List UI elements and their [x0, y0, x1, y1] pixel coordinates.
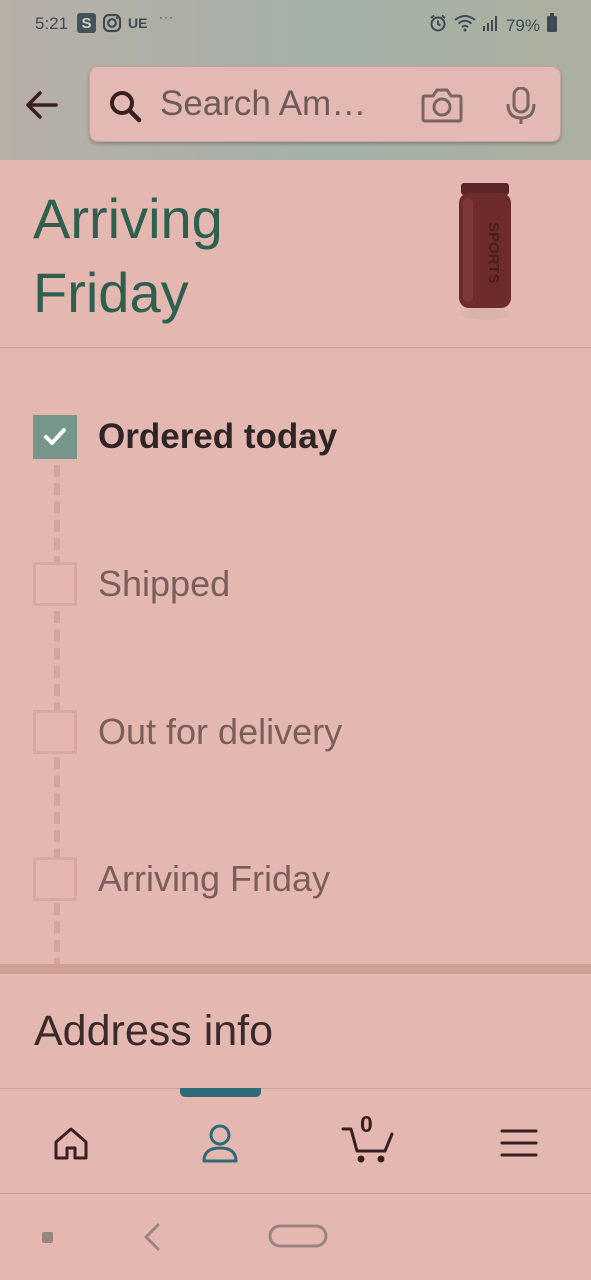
search-input[interactable] [160, 83, 388, 125]
recent-apps-button[interactable] [41, 1231, 54, 1249]
status-right: 79% [428, 13, 558, 38]
step-out-for-delivery: Out for delivery [33, 707, 342, 757]
wifi-icon [454, 14, 476, 37]
step-arriving: Arriving Friday [33, 854, 330, 904]
step-label: Ordered today [98, 417, 338, 456]
cart-count: 0 [360, 1111, 373, 1137]
bottom-navigation: 0 [0, 1088, 591, 1194]
camera-icon[interactable] [420, 86, 464, 129]
alarm-icon [428, 13, 448, 38]
signal-icon [482, 14, 500, 37]
product-thumbnail[interactable]: SPORTS [445, 180, 525, 325]
home-icon [54, 1127, 88, 1160]
step-label: Arriving Friday [98, 858, 331, 899]
step-ordered: Ordered today [33, 412, 337, 462]
more-notifications-icon: ··· [159, 10, 174, 24]
battery-percent: 79% [505, 15, 540, 35]
person-icon [202, 1124, 238, 1163]
system-home-button[interactable] [268, 1223, 328, 1254]
hamburger-menu-icon [500, 1129, 538, 1157]
order-header: Arriving Friday SPORTS [0, 160, 591, 348]
step-label: Shipped [98, 563, 231, 604]
product-brand-text: SPORTS [485, 222, 502, 284]
active-tab-indicator [180, 1088, 261, 1097]
top-bar: 5:21 S UE ··· 79% [0, 0, 591, 160]
chevron-left-icon [144, 1223, 160, 1251]
sports-bottle-image: SPORTS [459, 183, 511, 320]
recents-icon [42, 1232, 53, 1243]
step-checkbox [33, 710, 77, 754]
microphone-icon[interactable] [504, 86, 538, 130]
battery-icon [546, 13, 558, 38]
notification-app-ue-icon: UE [128, 15, 148, 31]
checkmark-icon [44, 428, 66, 445]
status-bar: 5:21 S UE ··· 79% [0, 0, 591, 50]
step-checkbox-checked [33, 415, 77, 459]
search-icon [108, 89, 142, 128]
step-shipped: Shipped [33, 559, 230, 609]
system-navigation [0, 1193, 591, 1280]
home-pill-icon [268, 1224, 328, 1248]
step-checkbox [33, 857, 77, 901]
nav-menu[interactable] [489, 1117, 549, 1169]
section-divider [0, 964, 591, 974]
back-arrow-icon [26, 91, 58, 119]
back-button[interactable] [20, 84, 64, 128]
nav-account[interactable] [190, 1117, 250, 1169]
address-info-heading: Address info [34, 1007, 274, 1055]
nav-cart[interactable]: 0 [338, 1111, 398, 1169]
step-checkbox [33, 562, 77, 606]
status-time: 5:21 [35, 14, 69, 33]
nav-home[interactable] [41, 1117, 101, 1169]
instagram-icon [102, 13, 122, 33]
order-progress: Ordered today Shipped Out for delivery A… [0, 348, 591, 970]
notification-app-s-icon: S [77, 13, 96, 33]
system-back-button[interactable] [140, 1221, 164, 1258]
arrival-title: Arriving Friday [33, 187, 223, 324]
search-bar[interactable] [89, 66, 561, 142]
step-label: Out for delivery [98, 711, 343, 752]
